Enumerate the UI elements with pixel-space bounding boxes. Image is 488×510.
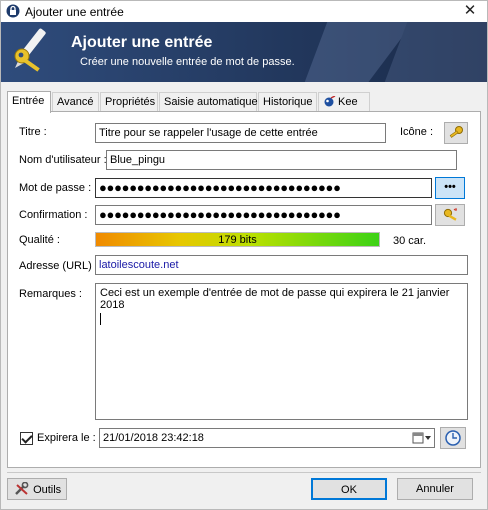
show-password-button[interactable]: ••• xyxy=(435,177,465,199)
kee-icon xyxy=(324,95,336,107)
expires-label: Expirera le : xyxy=(37,432,96,444)
password-field[interactable]: ●●●●●●●●●●●●●●●●●●●●●●●●●●●●●●●● xyxy=(95,178,432,198)
generate-password-button[interactable] xyxy=(435,204,465,226)
icon-label: Icône : xyxy=(400,126,434,138)
quality-bits: 179 bits xyxy=(218,234,257,246)
tools-button[interactable]: Outils xyxy=(7,478,67,500)
banner-subtitle: Créer une nouvelle entrée de mot de pass… xyxy=(80,56,295,68)
header-banner: Ajouter une entrée Créer une nouvelle en… xyxy=(1,22,487,82)
tab-avance[interactable]: Avancé xyxy=(52,92,99,112)
banner-title: Ajouter une entrée xyxy=(71,34,213,51)
notes-textarea[interactable]: Ceci est un exemple d'entrée de mot de p… xyxy=(95,283,468,420)
text-cursor xyxy=(100,313,101,325)
confirm-field[interactable]: ●●●●●●●●●●●●●●●●●●●●●●●●●●●●●●●● xyxy=(95,205,432,225)
url-label: Adresse (URL) : xyxy=(19,260,98,272)
confirm-label: Confirmation : xyxy=(19,209,88,221)
password-label: Mot de passe : xyxy=(19,182,92,194)
cancel-button[interactable]: Annuler xyxy=(397,478,473,500)
window-title: Ajouter une entrée xyxy=(25,5,124,19)
ok-button[interactable]: OK xyxy=(311,478,387,500)
tab-saisie-automatique[interactable]: Saisie automatique xyxy=(159,92,258,112)
key-pen-icon xyxy=(14,28,46,72)
expires-value: 21/01/2018 23:42:18 xyxy=(103,432,204,444)
quality-chars: 30 car. xyxy=(393,235,427,247)
clock-icon xyxy=(445,430,461,446)
notes-text: Ceci est un exemple d'entrée de mot de p… xyxy=(100,287,450,311)
tools-label: Outils xyxy=(33,484,62,496)
expires-checkbox[interactable] xyxy=(20,432,33,445)
expires-datetime-field[interactable]: 21/01/2018 23:42:18 xyxy=(99,428,435,448)
tab-entree[interactable]: Entrée xyxy=(7,91,51,113)
lock-icon xyxy=(6,4,20,18)
tab-historique[interactable]: Historique xyxy=(258,92,317,112)
tools-icon xyxy=(15,481,29,495)
title-field[interactable]: Titre pour se rappeler l'usage de cette … xyxy=(95,123,386,143)
footer-divider xyxy=(7,472,481,473)
url-field[interactable]: latoilescoute.net xyxy=(95,255,468,275)
icon-picker-button[interactable] xyxy=(444,122,468,144)
add-entry-dialog: Ajouter une entrée ✕ Ajouter une entrée … xyxy=(0,0,488,510)
notes-label: Remarques : xyxy=(19,288,82,300)
banner-decoration xyxy=(304,22,487,82)
key-generator-icon xyxy=(443,208,457,221)
username-label: Nom d'utilisateur : xyxy=(19,154,107,166)
calendar-icon[interactable] xyxy=(412,431,432,445)
quality-bar: 179 bits xyxy=(95,232,380,247)
key-icon xyxy=(449,126,463,138)
title-bar: Ajouter une entrée ✕ xyxy=(1,1,487,22)
close-button[interactable]: ✕ xyxy=(453,1,487,22)
username-field[interactable]: Blue_pingu xyxy=(106,150,457,170)
title-label: Titre : xyxy=(19,126,47,138)
tab-proprietes[interactable]: Propriétés xyxy=(100,92,158,112)
tab-kee[interactable]: Kee xyxy=(318,92,370,112)
entry-panel: Titre : Titre pour se rappeler l'usage d… xyxy=(7,111,481,468)
expiry-presets-button[interactable] xyxy=(440,427,466,449)
quality-label: Qualité : xyxy=(19,234,60,246)
